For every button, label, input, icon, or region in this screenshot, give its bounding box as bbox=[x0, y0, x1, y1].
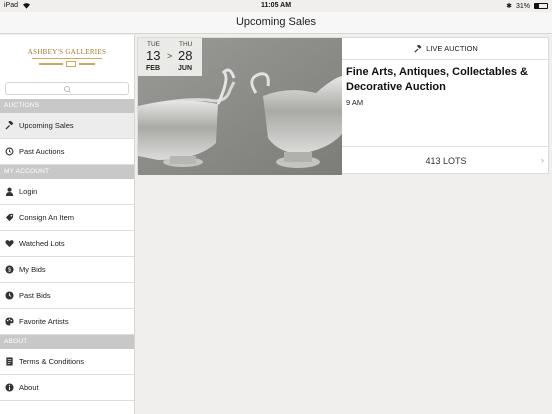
logo-name: ASHBEY'S GALLERIES bbox=[27, 47, 107, 56]
end-day: 28 bbox=[178, 48, 193, 63]
sidebar-item-label: Watched Lots bbox=[19, 239, 65, 248]
end-month: JUN bbox=[178, 65, 193, 72]
sidebar-item-label: About bbox=[19, 383, 39, 392]
sidebar-item-past-auctions[interactable]: Past Auctions bbox=[0, 139, 134, 165]
sidebar-item-login[interactable]: Login bbox=[0, 179, 134, 205]
sidebar-item-label: Terms & Conditions bbox=[19, 357, 85, 366]
user-icon bbox=[5, 187, 14, 196]
section-auctions: AUCTIONS bbox=[0, 99, 134, 113]
start-month: FEB bbox=[146, 65, 160, 72]
auction-title[interactable]: Fine Arts, Antiques, Collectables & Deco… bbox=[346, 65, 546, 95]
date-range-arrow-icon: > bbox=[167, 51, 173, 61]
end-day-of-week: THU bbox=[179, 41, 193, 48]
nav-bar: Upcoming Sales bbox=[0, 12, 552, 34]
logo-divider bbox=[32, 57, 102, 59]
sidebar-item-label: Consign An Item bbox=[19, 213, 75, 222]
sidebar-item-terms[interactable]: Terms & Conditions bbox=[0, 349, 134, 375]
live-auction-label: LIVE AUCTION bbox=[426, 44, 478, 53]
lots-count: 413 LOTS bbox=[425, 156, 467, 166]
heart-icon bbox=[5, 239, 14, 248]
logo[interactable]: ASHBEY'S GALLERIES bbox=[26, 40, 108, 74]
auction-time: 9 AM bbox=[346, 98, 364, 107]
sidebar-item-label: My Bids bbox=[19, 265, 46, 274]
bluetooth-icon: ✱ bbox=[506, 3, 512, 10]
history-icon bbox=[5, 147, 14, 156]
status-bar: iPad 11:05 AM ✱ 31% bbox=[0, 0, 552, 12]
sidebar-item-label: Favorite Artists bbox=[19, 317, 69, 326]
sidebar-item-consign[interactable]: Consign An Item bbox=[0, 205, 134, 231]
sidebar-item-past-bids[interactable]: Past Bids bbox=[0, 283, 134, 309]
search-input[interactable] bbox=[5, 82, 129, 95]
auction-image[interactable]: TUE 13 FEB > THU 28 JUN bbox=[138, 38, 342, 175]
bid-history-icon bbox=[5, 291, 14, 300]
sidebar-item-label: Upcoming Sales bbox=[19, 121, 74, 130]
logo-mark bbox=[39, 60, 95, 67]
sidebar-item-upcoming-sales[interactable]: Upcoming Sales bbox=[0, 113, 134, 139]
lots-button[interactable]: 413 LOTS › bbox=[342, 146, 550, 175]
sidebar-item-label: Past Auctions bbox=[19, 147, 65, 156]
dollar-icon: $ bbox=[5, 265, 14, 274]
sidebar: ASHBEY'S GALLERIES AUCTIONS Upcoming Sal… bbox=[0, 35, 135, 414]
palette-icon bbox=[5, 317, 14, 326]
sidebar-item-my-bids[interactable]: $ My Bids bbox=[0, 257, 134, 283]
sidebar-item-about[interactable]: About bbox=[0, 375, 134, 401]
sidebar-item-favorite-artists[interactable]: Favorite Artists bbox=[0, 309, 134, 335]
section-my-account: MY ACCOUNT bbox=[0, 165, 134, 179]
sidebar-item-watched-lots[interactable]: Watched Lots bbox=[0, 231, 134, 257]
page-title: Upcoming Sales bbox=[235, 16, 317, 28]
logo-area: ASHBEY'S GALLERIES bbox=[0, 35, 134, 79]
search-icon bbox=[64, 85, 70, 92]
chevron-right-icon: › bbox=[541, 155, 544, 165]
gavel-icon bbox=[5, 121, 14, 130]
gavel-icon bbox=[414, 44, 422, 53]
tag-icon bbox=[5, 213, 14, 222]
sidebar-item-label: Login bbox=[19, 187, 38, 196]
live-auction-header: LIVE AUCTION bbox=[342, 38, 550, 60]
sidebar-item-label: Past Bids bbox=[19, 291, 51, 300]
date-range: TUE 13 FEB > THU 28 JUN bbox=[138, 38, 202, 76]
auction-card[interactable]: TUE 13 FEB > THU 28 JUN LIVE AUCTION Fin… bbox=[137, 37, 550, 175]
status-time: 11:05 AM bbox=[260, 2, 292, 9]
start-day-of-week: TUE bbox=[147, 41, 160, 48]
start-day: 13 bbox=[146, 48, 161, 63]
info-icon bbox=[5, 383, 14, 392]
battery-percent: 31% bbox=[515, 2, 530, 10]
battery-icon bbox=[534, 3, 548, 9]
document-icon bbox=[5, 357, 14, 366]
section-about: ABOUT bbox=[0, 335, 134, 349]
